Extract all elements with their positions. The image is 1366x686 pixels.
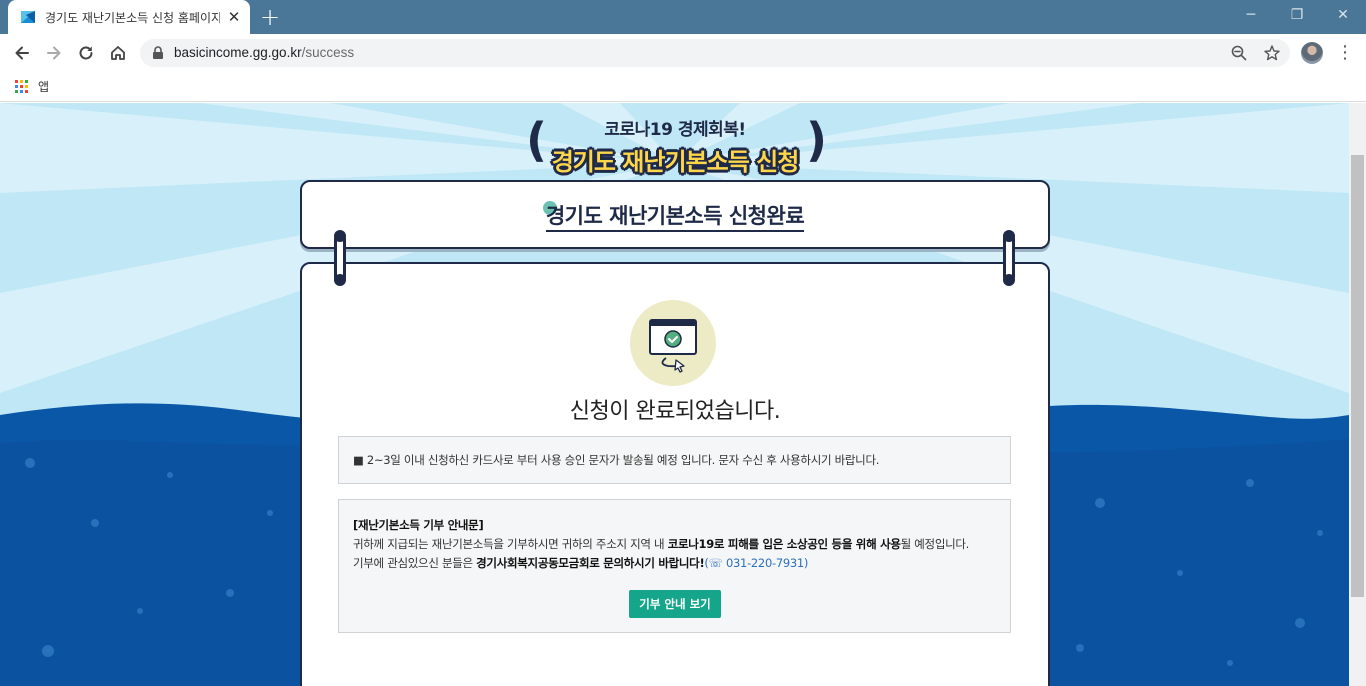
bookmarks-bar: 앱 [0, 72, 1366, 102]
forward-arrow-icon [47, 46, 61, 60]
donation-heading: [재난기본소득 기부 안내문] [353, 518, 484, 532]
browser-toolbar: basicincome.gg.go.kr/success ⋮ [0, 34, 1366, 72]
donation-line-1: 귀하께 지급되는 재난기본소득을 기부하시면 귀하의 주소지 지역 내 코로나1… [353, 537, 970, 551]
reload-button[interactable] [74, 41, 98, 65]
minimize-button[interactable]: ─ [1228, 0, 1274, 30]
lock-icon[interactable] [152, 46, 164, 60]
sign-ring-left [334, 230, 346, 286]
reload-icon [79, 46, 93, 60]
sign-ring-right [1003, 230, 1015, 286]
page-title: 경기도 재난기본소득 신청완료 [545, 204, 805, 232]
header-main-title: 경기도 재난기본소득 신청 [551, 148, 800, 176]
star-icon[interactable] [1263, 44, 1281, 62]
back-button[interactable] [10, 41, 34, 65]
back-arrow-icon [15, 46, 29, 60]
sign-title: 경기도 재난기본소득 신청완료 [302, 200, 1048, 232]
apps-grid-icon[interactable] [15, 80, 28, 93]
donation-guide-button[interactable]: 기부 안내 보기 [629, 590, 721, 618]
tab-title: 경기도 재난기본소득 신청 홈페이지 [45, 10, 220, 25]
scrollbar-thumb[interactable] [1351, 155, 1364, 597]
zoom-out-icon[interactable] [1230, 44, 1248, 62]
browser-tab[interactable]: 경기도 재난기본소득 신청 홈페이지 ✕ [8, 0, 250, 34]
favicon-icon [21, 11, 35, 23]
forward-button[interactable] [42, 41, 66, 65]
completion-sign: 경기도 재난기본소득 신청완료 [300, 180, 1050, 249]
donation-phone[interactable]: (☏ 031-220-7931) [704, 556, 808, 570]
apps-bookmark-label[interactable]: 앱 [38, 72, 49, 102]
completion-illustration [630, 300, 716, 386]
page-viewport: ( ) 코로나19 경제회복! 경기도 재난기본소득 신청 경기도 재난기본소득… [0, 103, 1349, 686]
window-close-button[interactable]: ✕ [1320, 0, 1366, 30]
restore-button[interactable]: ❐ [1274, 0, 1320, 30]
url-host: basicincome.gg.go.kr [174, 45, 302, 60]
tab-close-icon[interactable]: ✕ [226, 8, 242, 26]
home-icon [111, 46, 125, 60]
tab-strip: 경기도 재난기본소득 신청 홈페이지 ✕ + ─ ❐ ✕ [0, 0, 1366, 34]
sms-notice-box: ■ 2~3일 이내 신청하신 카드사로 부터 사용 승인 문자가 발송될 예정 … [338, 436, 1011, 484]
browser-menu-button[interactable]: ⋮ [1336, 42, 1354, 64]
address-bar[interactable]: basicincome.gg.go.kr/success [140, 39, 1290, 67]
page-scrollbar[interactable] [1349, 103, 1366, 686]
header-subtitle: 코로나19 경제회복! [604, 120, 746, 140]
url-path: /success [301, 45, 355, 60]
monitor-check-icon [649, 319, 697, 373]
completion-message: 신청이 완료되었습니다. [569, 399, 781, 424]
profile-avatar[interactable] [1301, 42, 1323, 64]
url-text: basicincome.gg.go.kr/success [174, 39, 354, 67]
home-button[interactable] [106, 41, 130, 65]
site-header-title: 코로나19 경제회복! 경기도 재난기본소득 신청 [520, 115, 830, 176]
donation-line-2: 기부에 관심있으신 분들은 경기사회복지공동모금회로 문의하시기 바랍니다!(☏… [353, 556, 809, 570]
new-tab-button[interactable]: + [259, 3, 281, 31]
donation-info-box: [재난기본소득 기부 안내문] 귀하께 지급되는 재난기본소득을 기부하시면 귀… [338, 499, 1011, 633]
